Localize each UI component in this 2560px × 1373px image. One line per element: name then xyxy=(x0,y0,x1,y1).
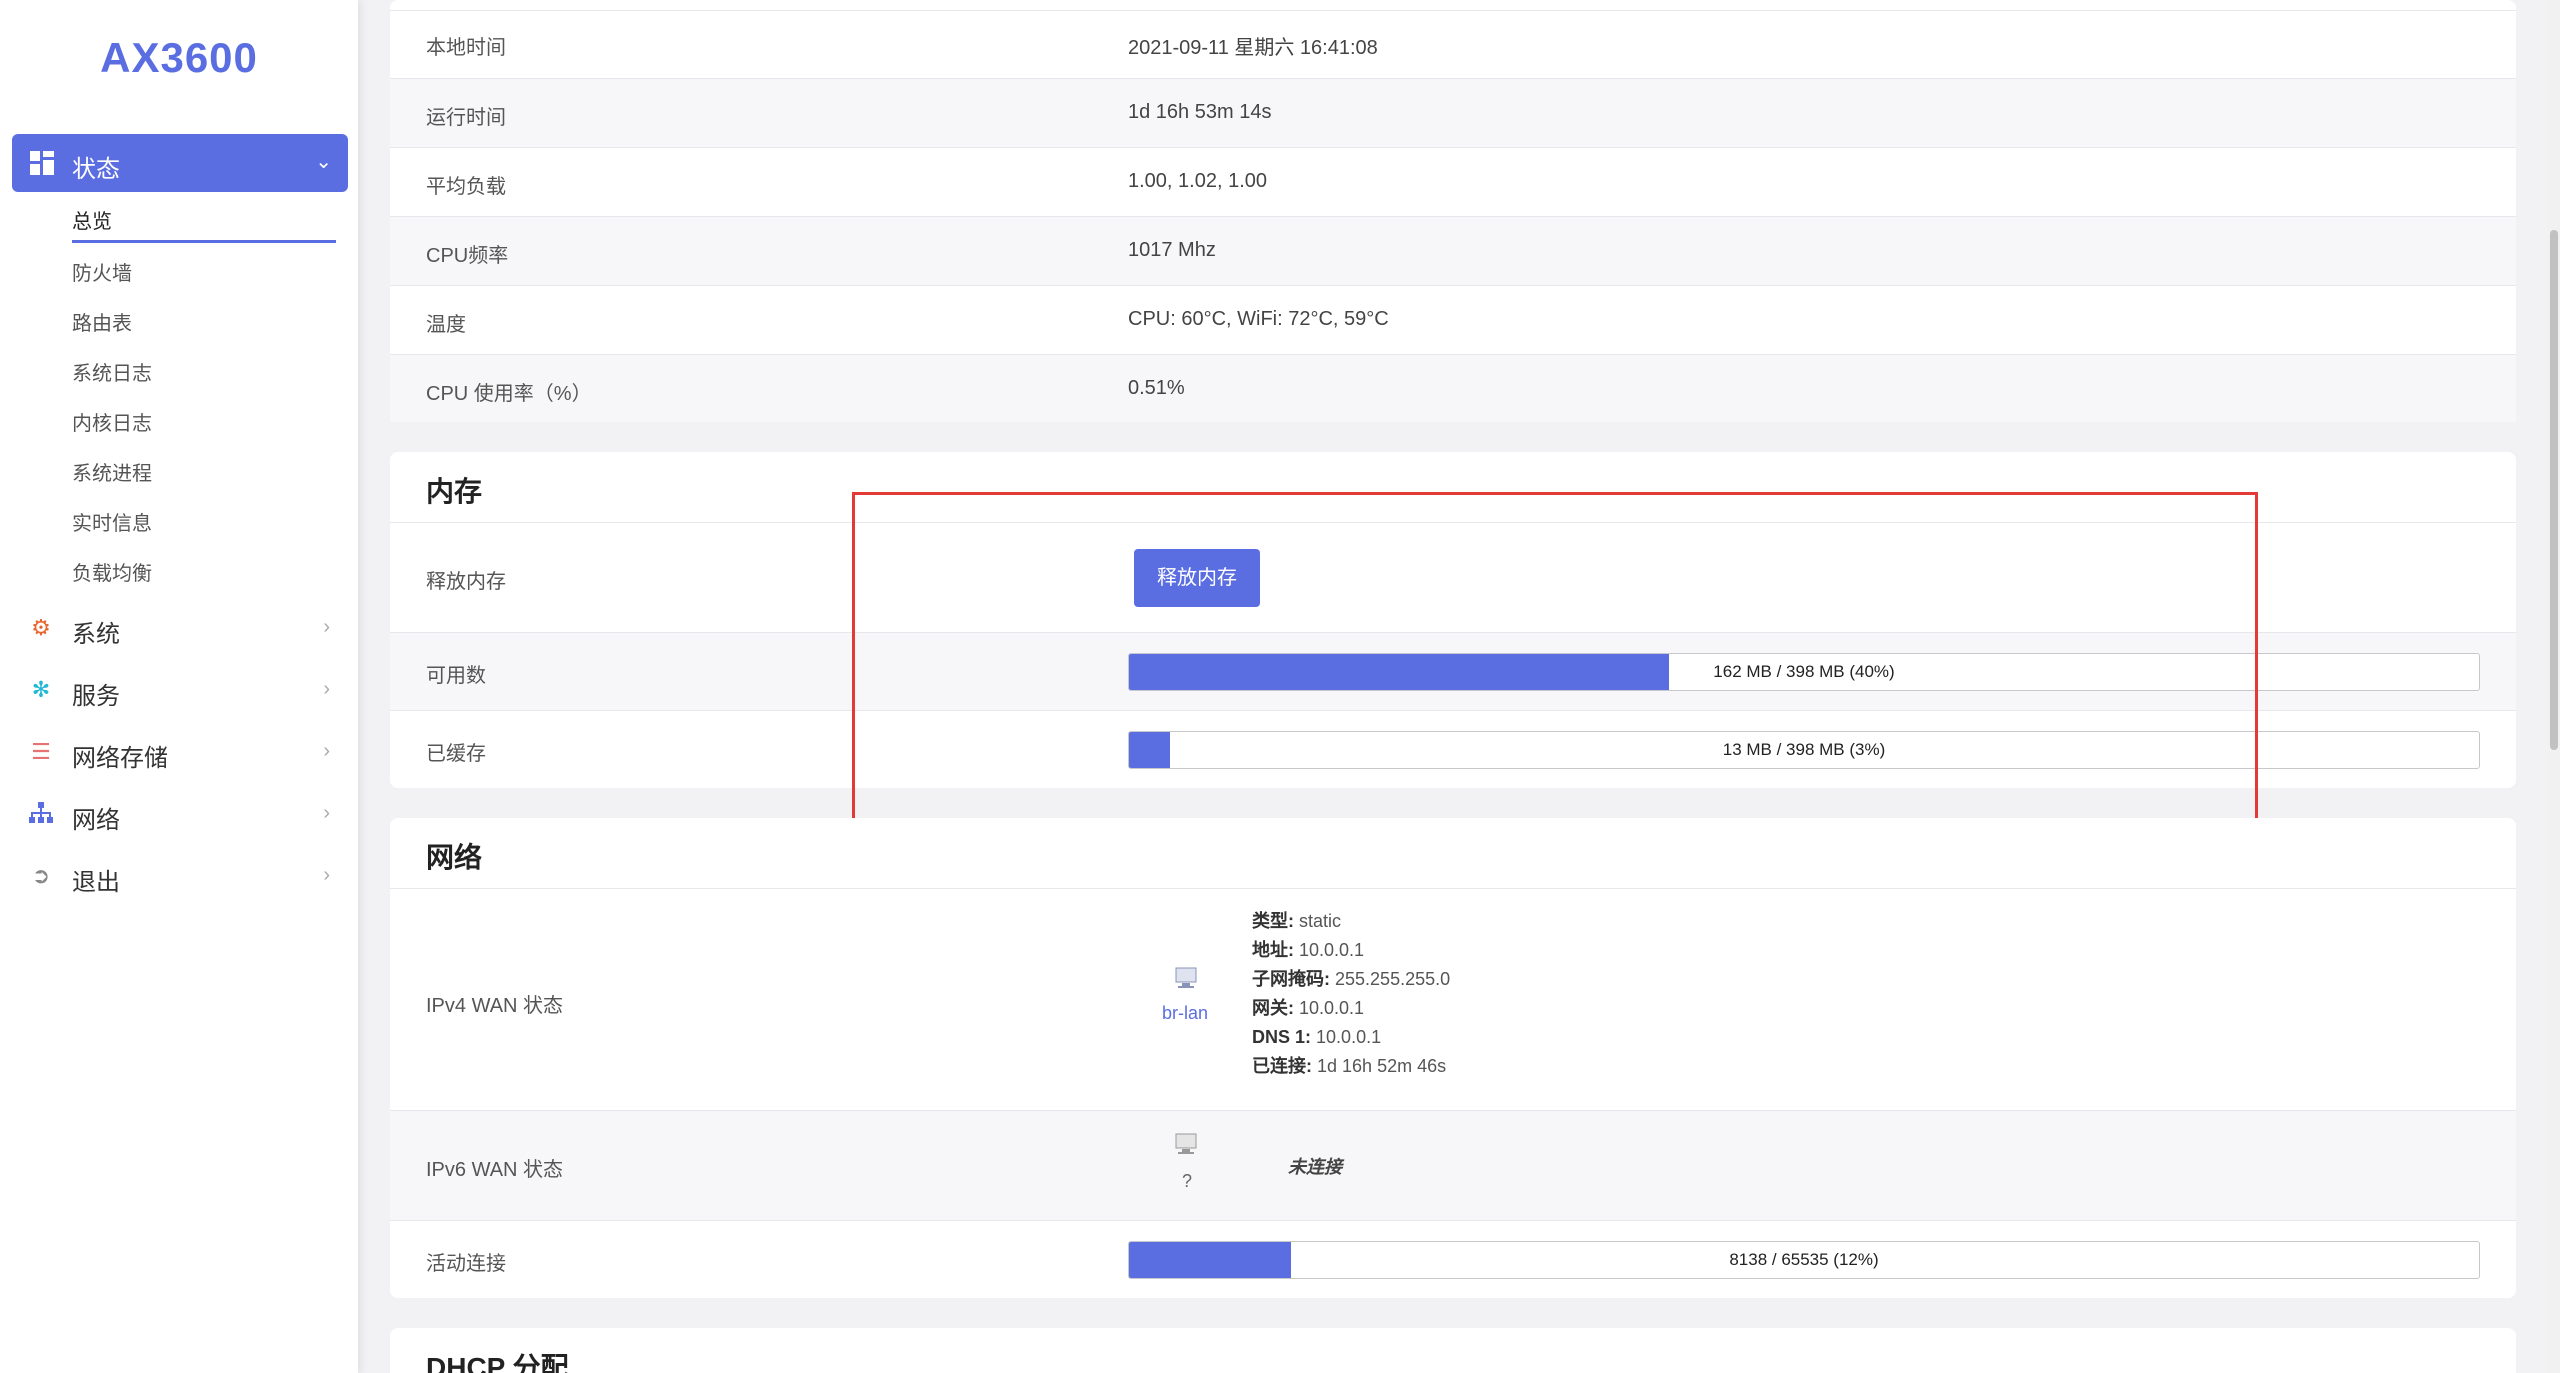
submenu-routes[interactable]: 路由表 xyxy=(72,307,132,336)
submenu-kernel-log[interactable]: 内核日志 xyxy=(72,407,152,436)
menu-storage[interactable]: ☰ 网络存储 › xyxy=(28,732,338,773)
row-key: CPU 使用率（%） xyxy=(426,383,592,405)
table-row: CPU 使用率（%） 0.51% xyxy=(390,354,2516,422)
active-connections-bar: 8138 / 65535 (12%) xyxy=(1128,1241,2480,1279)
database-icon: ☰ xyxy=(31,739,51,764)
submenu-load-balance[interactable]: 负载均衡 xyxy=(72,557,152,586)
detail-line: 地址: 10.0.0.1 xyxy=(1252,940,1365,960)
brand-logo: AX3600 xyxy=(100,34,258,81)
network-title: 网络 xyxy=(426,842,483,873)
menu-logout-label: 退出 xyxy=(72,869,120,896)
table-row: IPv4 WAN 状态 br-lan 类型: static 地址: 10.0.0… xyxy=(390,888,2516,1110)
menu-status[interactable]: 状态 ⌄ xyxy=(12,134,348,192)
row-key: 平均负载 xyxy=(426,176,506,198)
row-value: 1.00, 1.02, 1.00 xyxy=(1128,170,1268,192)
table-row: 平均负载 1.00, 1.02, 1.00 xyxy=(390,147,2516,216)
interface-name: ? xyxy=(1182,1171,1193,1191)
submenu-active-underline xyxy=(72,240,336,243)
row-value: CPU: 60°C, WiFi: 72°C, 59°C xyxy=(1128,308,1389,330)
ipv6-status: 未连接 xyxy=(1288,1157,1342,1177)
row-key: CPU频率 xyxy=(426,245,509,267)
detail-line: 已连接: 1d 16h 52m 46s xyxy=(1252,1056,1447,1076)
table-row: IPv6 WAN 状态 ? 未连接 xyxy=(390,1110,2516,1220)
sidebar: AX3600 状态 ⌄ 总览 防火墙 路由表 系统日志 内核日志 系统进程 实时… xyxy=(0,0,358,1373)
ipv4-details: 类型: static 地址: 10.0.0.1 子网掩码: 255.255.25… xyxy=(1252,907,1450,1081)
chevron-right-icon: › xyxy=(323,802,330,824)
system-panel: 本地时间 2021-09-11 星期六 16:41:08 运行时间 1d 16h… xyxy=(390,0,2516,422)
memory-title: 内存 xyxy=(426,476,483,507)
table-row: CPU频率 1017 Mhz xyxy=(390,216,2516,285)
row-key: 已缓存 xyxy=(426,743,486,765)
menu-network-label: 网络 xyxy=(72,807,120,834)
row-key: 运行时间 xyxy=(426,107,506,129)
chevron-right-icon: › xyxy=(323,616,330,638)
active-connections-text: 8138 / 65535 (12%) xyxy=(1729,1250,1879,1269)
submenu-processes[interactable]: 系统进程 xyxy=(72,457,152,486)
menu-network[interactable]: 网络 › xyxy=(28,794,338,834)
submenu-syslog[interactable]: 系统日志 xyxy=(72,357,152,386)
sitemap-icon xyxy=(28,802,54,826)
submenu-overview[interactable]: 总览 xyxy=(72,205,112,234)
detail-line: 子网掩码: 255.255.255.0 xyxy=(1252,969,1451,989)
dashboard-icon xyxy=(30,151,54,175)
chevron-down-icon: ⌄ xyxy=(315,151,332,173)
row-key: 释放内存 xyxy=(426,571,506,593)
dhcp-title: DHCP 分配 xyxy=(426,1352,569,1373)
submenu-firewall[interactable]: 防火墙 xyxy=(72,257,132,286)
menu-services[interactable]: ✻ 服务 › xyxy=(28,670,338,711)
row-value: 1017 Mhz xyxy=(1128,239,1216,261)
gear-icon: ⚙ xyxy=(31,615,51,640)
menu-system-label: 系统 xyxy=(72,621,120,648)
submenu-realtime[interactable]: 实时信息 xyxy=(72,507,152,536)
detail-line: 网关: 10.0.0.1 xyxy=(1252,998,1365,1018)
interface-name[interactable]: br-lan xyxy=(1162,1003,1208,1024)
row-key: IPv4 WAN 状态 xyxy=(426,995,564,1017)
highlight-annotation-box xyxy=(852,492,2258,838)
row-key: 可用数 xyxy=(426,665,486,687)
chevron-right-icon: › xyxy=(323,864,330,886)
network-panel: 网络 IPv4 WAN 状态 br-lan 类型: static 地址: 10.… xyxy=(390,818,2516,1298)
chevron-right-icon: › xyxy=(323,740,330,762)
table-row: 活动连接 8138 / 65535 (12%) xyxy=(390,1220,2516,1298)
menu-status-label: 状态 xyxy=(72,156,120,183)
row-key: 活动连接 xyxy=(426,1253,506,1275)
row-value: 0.51% xyxy=(1128,377,1185,399)
row-key: IPv6 WAN 状态 xyxy=(426,1159,564,1181)
network-interface-icon xyxy=(1173,1131,1199,1157)
detail-line: DNS 1: 10.0.0.1 xyxy=(1252,1027,1382,1047)
table-row: 温度 CPU: 60°C, WiFi: 72°C, 59°C xyxy=(390,285,2516,354)
logout-icon: ➲ xyxy=(31,863,51,888)
menu-logout[interactable]: ➲ 退出 › xyxy=(28,856,338,897)
menu-system[interactable]: ⚙ 系统 › xyxy=(28,608,338,649)
scrollbar-thumb[interactable] xyxy=(2550,230,2558,750)
dhcp-panel: DHCP 分配 xyxy=(390,1328,2516,1373)
chevron-right-icon: › xyxy=(323,678,330,700)
row-key: 温度 xyxy=(426,314,466,336)
network-interface-icon xyxy=(1173,965,1199,991)
services-icon: ✻ xyxy=(31,677,51,702)
row-value: 1d 16h 53m 14s xyxy=(1128,101,1272,123)
table-row: 本地时间 2021-09-11 星期六 16:41:08 xyxy=(390,10,2516,78)
row-value: 2021-09-11 星期六 16:41:08 xyxy=(1128,37,1378,59)
menu-storage-label: 网络存储 xyxy=(72,745,168,772)
row-key: 本地时间 xyxy=(426,37,506,59)
detail-line: 类型: static xyxy=(1252,911,1342,931)
scrollbar[interactable] xyxy=(2548,0,2560,1373)
table-row: 运行时间 1d 16h 53m 14s xyxy=(390,78,2516,147)
menu-services-label: 服务 xyxy=(72,683,120,710)
